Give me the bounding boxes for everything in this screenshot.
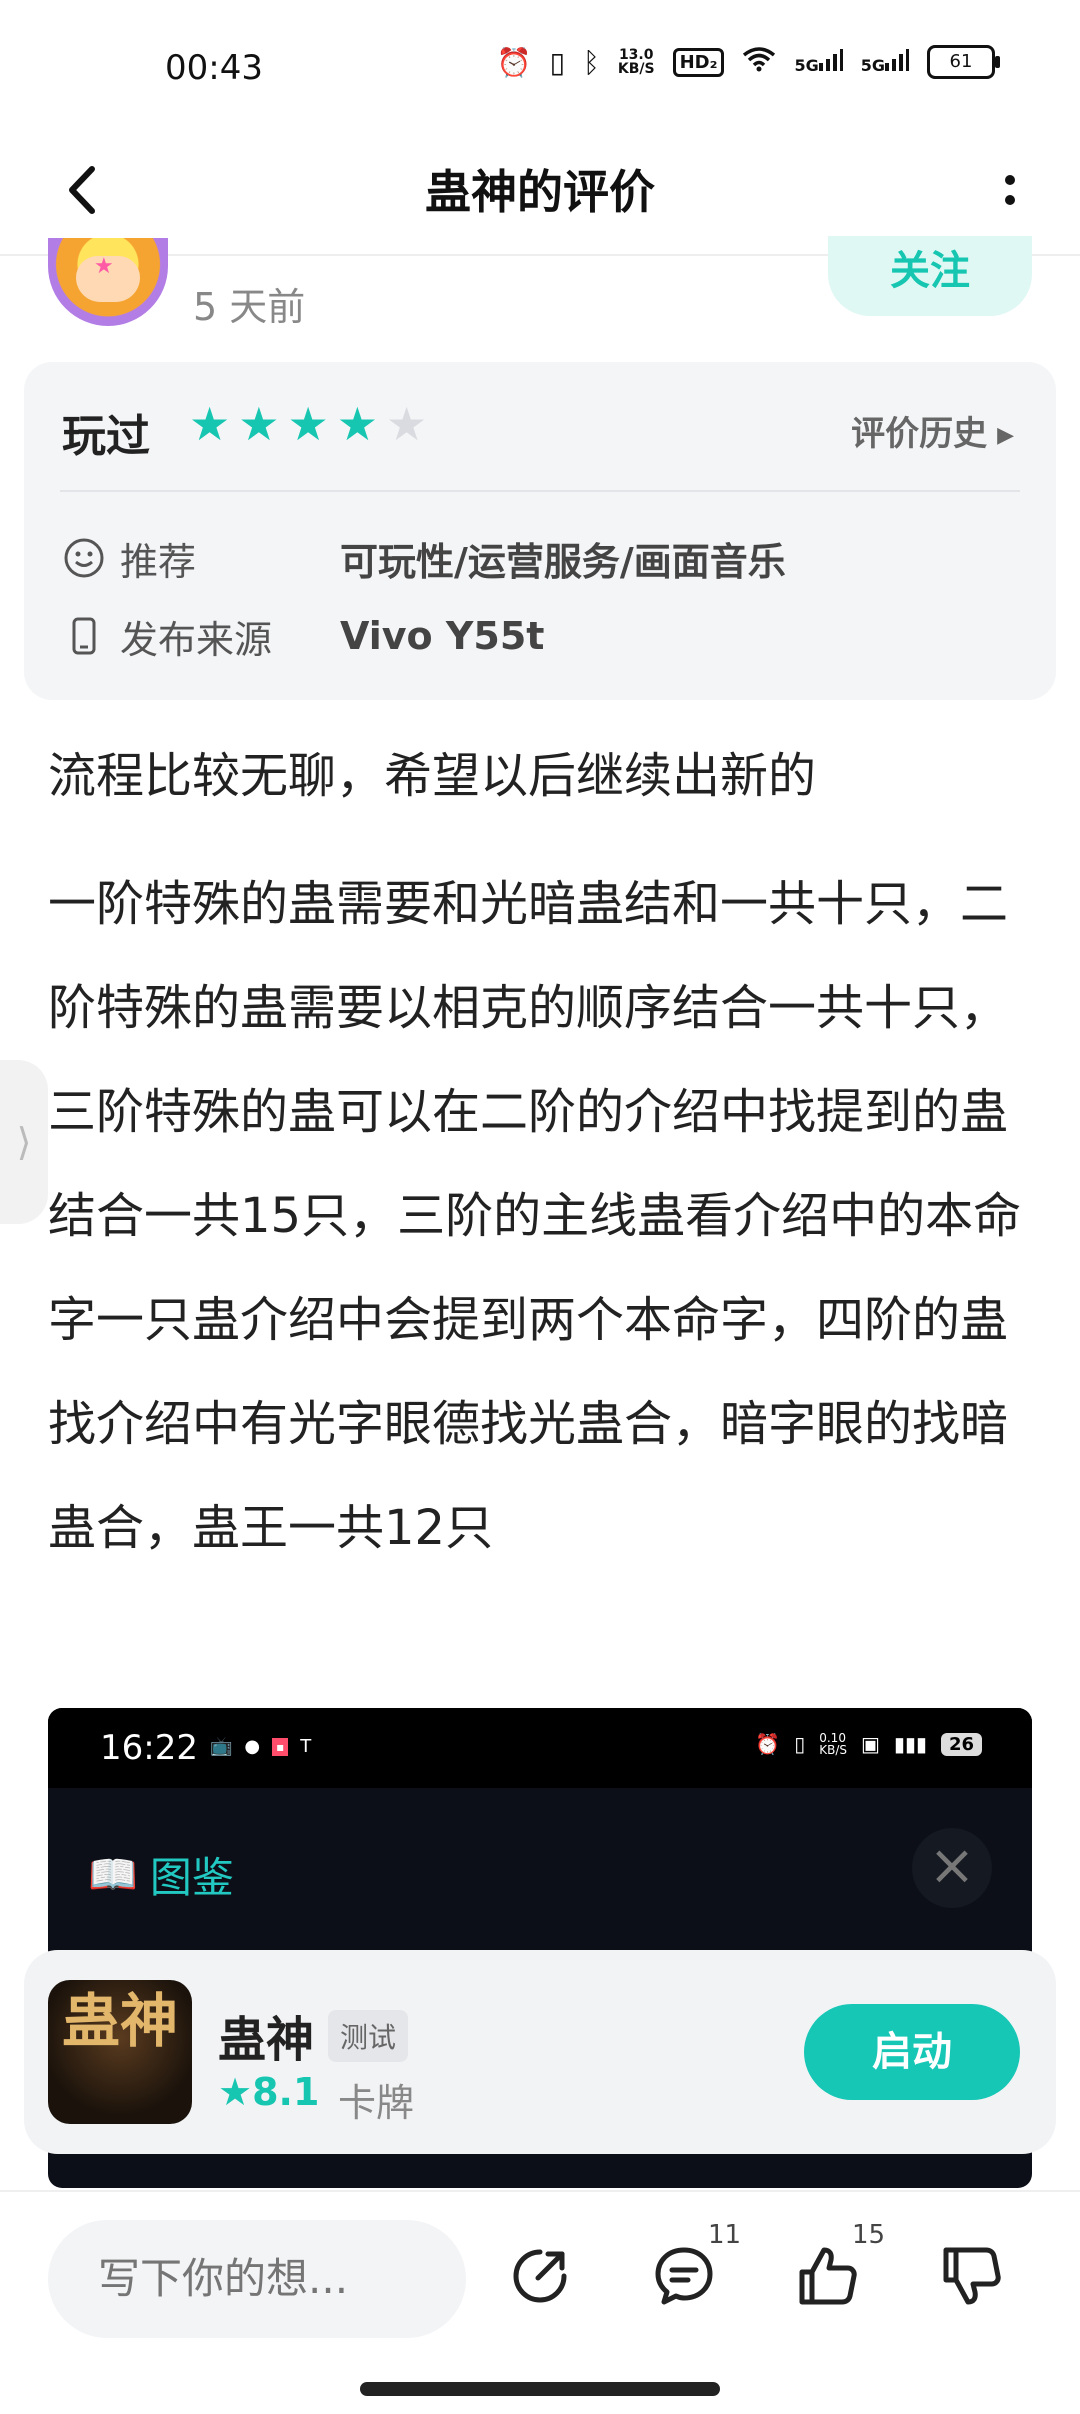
recommend-row: 推荐 可玩性/运营服务/画面音乐 [60,530,786,586]
launch-button[interactable]: 启动 [804,2004,1020,2100]
image-title: 📖 图鉴 [88,1844,234,1905]
bottom-action-bar: 11 15 [0,2190,1080,2414]
image-system-icons: ⏰ ▯ 0.10 KB/S ▣ ▮▮▮ 26 [755,1732,982,1756]
rating-history-label: 评价历史 [851,414,988,454]
wifi-icon [742,46,776,79]
image-net-speed: 0.10 KB/S [819,1731,847,1757]
hd-icon: ▣ [861,1732,880,1756]
phone-icon [60,612,108,660]
star-icon: ★ [218,2070,253,2114]
signal-icon-1: 5G [794,49,843,75]
vibrate-icon: ▯ [794,1732,806,1756]
star-icon: ★ [189,397,231,451]
star-icon: ★ [336,397,378,451]
book-icon: 📖 [88,1852,138,1898]
comment-input[interactable] [48,2220,466,2338]
hd-icon: HD₂ [672,47,725,77]
source-label: 发布来源 [120,617,273,662]
status-time: 00:43 [165,48,263,88]
game-rating: ★8.1 [218,2070,319,2114]
signal-icon: ▮▮▮ [893,1732,927,1756]
source-value: Vivo Y55t [340,614,545,658]
image-time: 16:22 [100,1728,198,1768]
chevron-right-icon: ⟩ [16,1120,32,1164]
more-vertical-icon [1005,175,1015,205]
image-status-bar: 16:22 📺 ● ▪ T ⏰ ▯ 0.10 KB/S ▣ ▮▮▮ 26 [48,1708,1032,1788]
review-paragraph-2: 一阶特殊的蛊需要和光暗蛊结和一共十只，二阶特殊的蛊需要以相克的顺序结合一共十只，… [48,876,1022,1556]
tv-icon: 📺 [210,1736,233,1757]
comment-count: 11 [708,2220,742,2250]
image-notification-icons: 📺 ● ▪ T [210,1736,311,1757]
side-drawer-handle[interactable]: ⟩ [0,1060,48,1224]
image-battery: 26 [940,1732,982,1756]
star-icon: ★ [238,397,280,451]
bluetooth-icon: ᛒ [583,45,600,79]
posted-time: 5 天前 [193,285,306,329]
status-bar: 00:43 ⏰ ▯ ᛒ 13.0 KB/S HD₂ 5G 5G 61 [0,0,1080,130]
divider [60,490,1020,492]
game-genre: 卡牌 [338,2081,415,2125]
game-card[interactable]: 蛊神 蛊神 测试 ★8.1 卡牌 启动 [24,1950,1056,2154]
review-paragraph-1: 流程比较无聊，希望以后继续出新的 [48,748,817,804]
page-title: 蛊神的评价 [425,165,655,219]
comment-icon [655,2247,713,2305]
share-icon [513,2249,567,2303]
image-title-text: 图鉴 [149,1853,234,1902]
recommend-label: 推荐 [120,539,197,584]
caret-right-icon: ▶ [997,423,1014,448]
played-status: 玩过 [62,411,150,462]
share-button[interactable] [500,2236,580,2316]
star-empty-icon: ★ [386,397,428,451]
alarm-icon: ⏰ [496,45,532,79]
home-indicator[interactable] [360,2382,720,2396]
avatar[interactable] [48,238,168,326]
source-row: 发布来源 Vivo Y55t [60,608,544,664]
close-icon: × [912,1828,992,1908]
battery-indicator: 61 [927,45,1000,79]
status-icons: ⏰ ▯ ᛒ 13.0 KB/S HD₂ 5G 5G 61 [496,45,1000,79]
alarm-icon: ⏰ [755,1732,781,1756]
follow-button[interactable]: 关注 [828,236,1032,316]
more-options-button[interactable] [980,160,1040,220]
smiley-icon [60,534,108,582]
app-badge-icon: ▪ [272,1737,289,1756]
vibrate-icon: ▯ [549,45,566,79]
game-name: 蛊神 [218,2012,315,2068]
like-button[interactable]: 15 [788,2220,885,2316]
test-badge: 测试 [328,2010,409,2062]
like-count: 15 [852,2220,886,2250]
comment-button[interactable]: 11 [644,2220,741,2316]
star-rating: ★ ★ ★ ★ ★ [189,396,427,452]
tap-icon: T [300,1736,312,1757]
recommend-value: 可玩性/运营服务/画面音乐 [340,539,786,584]
game-icon: 蛊神 [48,1980,192,2124]
rating-history-link[interactable]: 评价历史 ▶ [851,406,1014,455]
thumbs-down-icon [943,2247,1001,2305]
thumbs-up-icon [799,2247,857,2305]
dislike-button[interactable] [932,2236,1012,2316]
net-speed: 13.0 KB/S [617,47,655,77]
location-icon: ● [244,1736,261,1757]
rating-card: 玩过 ★ ★ ★ ★ ★ 评价历史 ▶ 推荐 可玩性/运营服务/画面音乐 发布来源… [24,362,1056,700]
game-rating-value: 8.1 [252,2070,320,2114]
signal-icon-2: 5G [861,49,909,75]
author-row: 5 天前 关注 [0,236,1080,336]
star-icon: ★ [287,397,329,451]
